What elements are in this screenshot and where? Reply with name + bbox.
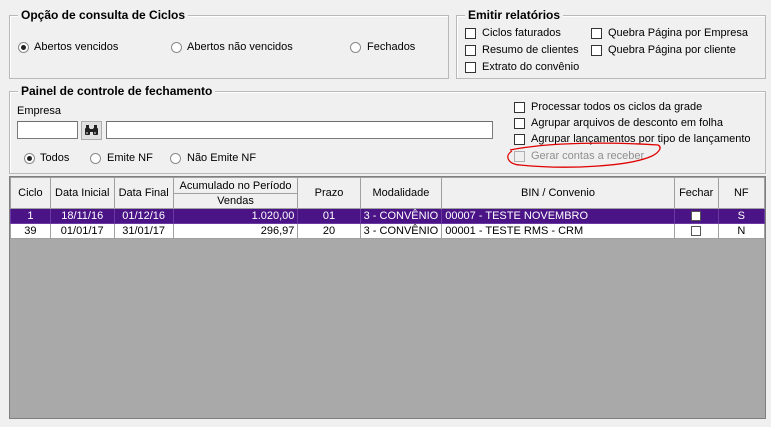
cell-bin[interactable]: 00007 - TESTE NOVEMBRO <box>441 208 675 224</box>
cell-fechar[interactable] <box>673 208 719 224</box>
chk-extrato-convenio-label[interactable]: Extrato do convênio <box>482 61 579 74</box>
col-header-vendas[interactable]: Vendas <box>172 193 299 209</box>
ciclos-table: Ciclo Data Inicial Data Final Acumulado … <box>10 177 765 239</box>
painel-controle-group: Painel de controle de fechamento Empresa… <box>9 84 766 174</box>
col-header-nf[interactable]: NF <box>717 177 765 209</box>
chk-resumo-clientes[interactable] <box>465 45 476 56</box>
cell-vendas[interactable]: 1.020,00 <box>172 208 299 224</box>
chk-quebra-cliente[interactable] <box>591 45 602 56</box>
cell-ciclo[interactable]: 1 <box>10 208 51 224</box>
radio-abertos-vencidos[interactable] <box>18 42 29 53</box>
cell-data-final[interactable]: 01/12/16 <box>113 208 174 224</box>
cell-vendas[interactable]: 296,97 <box>172 223 299 239</box>
ciclos-option-group: Opção de consulta de Ciclos Abertos venc… <box>9 8 449 79</box>
cell-nf[interactable]: N <box>717 223 765 239</box>
fechar-checkbox[interactable] <box>691 225 702 236</box>
ciclos-option-group-title: Opção de consulta de Ciclos <box>18 8 189 22</box>
cell-prazo[interactable]: 01 <box>297 208 361 224</box>
table-row[interactable]: 1 18/11/16 01/12/16 1.020,00 01 3 - CONV… <box>10 208 765 224</box>
col-header-data-final[interactable]: Data Final <box>113 177 174 209</box>
cell-nf[interactable]: S <box>717 208 765 224</box>
ciclos-grid[interactable]: Ciclo Data Inicial Data Final Acumulado … <box>9 176 766 419</box>
col-header-bin[interactable]: BIN / Convenio <box>441 177 675 209</box>
chk-resumo-clientes-label[interactable]: Resumo de clientes <box>482 44 579 57</box>
fechar-checkbox[interactable] <box>691 210 702 221</box>
cell-modalidade[interactable]: 3 - CONVÊNIO <box>359 208 443 224</box>
chk-ciclos-faturados-label[interactable]: Ciclos faturados <box>482 27 561 40</box>
cell-prazo[interactable]: 20 <box>297 223 361 239</box>
cell-data-inicial[interactable]: 18/11/16 <box>49 208 115 224</box>
col-header-data-inicial[interactable]: Data Inicial <box>49 177 115 209</box>
radio-fechados-label[interactable]: Fechados <box>367 41 415 54</box>
cell-ciclo[interactable]: 39 <box>10 223 51 239</box>
col-header-fechar[interactable]: Fechar <box>673 177 719 209</box>
radio-abertos-vencidos-label[interactable]: Abertos vencidos <box>34 41 118 54</box>
cell-data-inicial[interactable]: 01/01/17 <box>49 223 115 239</box>
col-header-modalidade[interactable]: Modalidade <box>359 177 443 209</box>
chk-quebra-empresa[interactable] <box>591 28 602 39</box>
cell-data-final[interactable]: 31/01/17 <box>113 223 174 239</box>
emitir-relatorios-group-title: Emitir relatórios <box>465 8 564 22</box>
radio-fechados[interactable] <box>350 42 361 53</box>
col-header-acumulado: Acumulado no Período <box>172 177 299 194</box>
red-annotation-circle <box>507 142 661 168</box>
col-header-ciclo[interactable]: Ciclo <box>10 177 51 209</box>
chk-quebra-empresa-label[interactable]: Quebra Página por Empresa <box>608 27 748 40</box>
chk-extrato-convenio[interactable] <box>465 62 476 73</box>
cell-modalidade[interactable]: 3 - CONVÊNIO <box>359 223 443 239</box>
cell-bin[interactable]: 00001 - TESTE RMS - CRM <box>441 223 675 239</box>
emitir-relatorios-group: Emitir relatórios Ciclos faturados Resum… <box>456 8 766 79</box>
radio-abertos-nao-vencidos[interactable] <box>171 42 182 53</box>
cell-fechar[interactable] <box>673 223 719 239</box>
chk-ciclos-faturados[interactable] <box>465 28 476 39</box>
col-header-prazo[interactable]: Prazo <box>297 177 361 209</box>
radio-abertos-nao-vencidos-label[interactable]: Abertos não vencidos <box>187 41 293 54</box>
chk-quebra-cliente-label[interactable]: Quebra Página por cliente <box>608 44 736 57</box>
table-row[interactable]: 39 01/01/17 31/01/17 296,97 20 3 - CONVÊ… <box>10 223 765 239</box>
